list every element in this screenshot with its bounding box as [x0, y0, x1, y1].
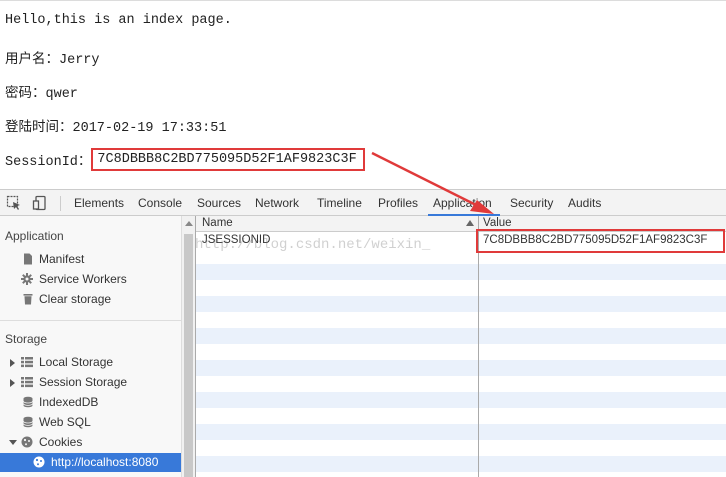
sidebar-header-application: Application	[5, 229, 64, 243]
table-row[interactable]	[196, 456, 726, 472]
grid-icon	[21, 377, 33, 388]
table-row[interactable]	[196, 264, 726, 280]
tab-sources[interactable]: Sources	[197, 196, 241, 210]
login-time-value: 2017-02-19 17:33:51	[72, 121, 227, 136]
table-row[interactable]	[196, 312, 726, 328]
table-row[interactable]	[196, 328, 726, 344]
column-header-value[interactable]: Value	[483, 217, 512, 229]
tab-timeline[interactable]: Timeline	[317, 196, 362, 210]
sidebar-item-label: Local Storage	[39, 355, 114, 369]
table-row[interactable]	[196, 392, 726, 408]
value-highlight-box	[476, 229, 725, 253]
devtools-toolbar: Elements Console Sources Network Timelin…	[0, 189, 726, 216]
tab-application[interactable]: Application	[433, 196, 492, 210]
username-value: Jerry	[59, 53, 100, 68]
login-time-label: 登陆时间：	[5, 121, 73, 136]
document-icon	[24, 253, 32, 265]
session-id-value: 7C8DBBB8C2BD775095D52F1AF9823C3F	[97, 152, 357, 167]
table-row[interactable]	[196, 360, 726, 376]
grid-icon	[21, 357, 33, 368]
sidebar-scrollbar[interactable]	[181, 216, 195, 477]
sidebar-item-indexeddb[interactable]: IndexedDB	[0, 393, 181, 412]
sidebar-item-session-storage[interactable]: Session Storage	[0, 373, 181, 392]
expand-arrow-icon[interactable]	[10, 359, 15, 367]
session-label: SessionId：	[5, 155, 92, 170]
tab-console[interactable]: Console	[138, 196, 182, 210]
sidebar-item-clear-storage[interactable]: Clear storage	[0, 290, 181, 309]
table-row[interactable]	[196, 472, 726, 477]
table-row[interactable]	[196, 424, 726, 440]
database-icon	[23, 416, 33, 428]
sidebar-item-label: Session Storage	[39, 375, 128, 389]
expand-arrow-icon[interactable]	[10, 379, 15, 387]
table-row[interactable]	[196, 408, 726, 424]
table-row[interactable]	[196, 344, 726, 360]
tab-security[interactable]: Security	[510, 196, 553, 210]
column-divider[interactable]	[478, 216, 479, 477]
login-time-line: 登陆时间：2017-02-19 17:33:51	[5, 115, 226, 136]
cookies-table: Name Value JSESSIONID 7C8DBBB8C2BD775095…	[195, 216, 726, 477]
tab-network[interactable]: Network	[255, 196, 299, 210]
sidebar-item-label: Service Workers	[39, 272, 127, 286]
sidebar-item-manifest[interactable]: Manifest	[0, 250, 181, 269]
sidebar-item-label: Clear storage	[39, 292, 112, 306]
page-content: Hello,this is an index page. 用户名：Jerry 密…	[0, 0, 726, 189]
sidebar-item-label: Manifest	[39, 252, 85, 266]
column-header-name[interactable]: Name	[202, 217, 233, 229]
password-value: qwer	[45, 87, 78, 102]
username-label: 用户名：	[5, 53, 59, 68]
table-row[interactable]	[196, 280, 726, 296]
toolbar-separator	[60, 196, 61, 211]
sidebar-item-web-sql[interactable]: Web SQL	[0, 413, 181, 432]
password-label: 密码：	[5, 87, 46, 102]
device-toolbar-icon[interactable]	[32, 195, 48, 211]
table-row[interactable]	[196, 296, 726, 312]
sidebar-divider	[0, 320, 181, 321]
sidebar-item-label: Cookies	[39, 435, 83, 449]
cookie-icon	[21, 436, 33, 448]
sidebar-item-localhost-cookies[interactable]: http://localhost:8080	[0, 453, 181, 472]
sidebar-header-storage: Storage	[5, 332, 48, 346]
tab-elements[interactable]: Elements	[74, 196, 124, 210]
trash-icon	[23, 294, 33, 305]
inspect-element-icon[interactable]	[6, 195, 22, 211]
scroll-up-arrow-icon[interactable]	[185, 221, 193, 226]
sidebar-item-cookies[interactable]: Cookies	[0, 433, 181, 452]
password-line: 密码：qwer	[5, 81, 78, 102]
tab-profiles[interactable]: Profiles	[378, 196, 418, 210]
greeting-text: Hello,this is an index page.	[5, 13, 232, 28]
tab-audits[interactable]: Audits	[568, 196, 601, 210]
session-line: SessionId： 7C8DBBB8C2BD775095D52F1AF9823C…	[5, 148, 365, 174]
username-line: 用户名：Jerry	[5, 47, 100, 68]
sidebar-item-service-workers[interactable]: Service Workers	[0, 270, 181, 289]
sidebar-item-label: Web SQL	[39, 415, 91, 429]
database-icon	[23, 396, 33, 408]
scrollbar-thumb[interactable]	[184, 234, 193, 477]
cookie-name-cell[interactable]: JSESSIONID	[202, 234, 270, 246]
sidebar-item-label: http://localhost:8080	[51, 455, 159, 469]
application-sidebar: Application Manifest Service Workers Cle…	[0, 216, 195, 477]
sort-ascending-icon[interactable]	[466, 220, 474, 226]
sidebar-item-label: IndexedDB	[39, 395, 99, 409]
table-row[interactable]	[196, 376, 726, 392]
session-id-highlight: 7C8DBBB8C2BD775095D52F1AF9823C3F	[91, 148, 365, 171]
cookie-icon	[33, 456, 45, 468]
collapse-arrow-icon[interactable]	[9, 440, 17, 445]
gear-icon	[21, 273, 33, 285]
table-row[interactable]	[196, 440, 726, 456]
sidebar-item-local-storage[interactable]: Local Storage	[0, 353, 181, 372]
